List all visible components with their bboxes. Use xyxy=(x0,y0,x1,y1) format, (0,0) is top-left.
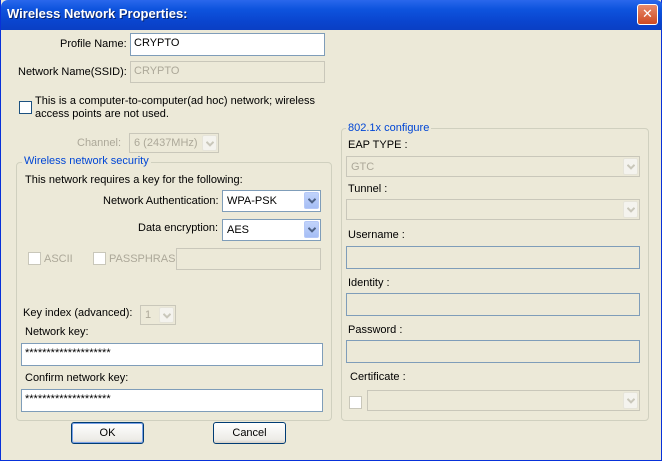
eap-type-value: GTC xyxy=(351,161,375,173)
passphrase-input[interactable] xyxy=(176,248,321,270)
profile-name-input[interactable]: CRYPTO xyxy=(130,33,325,56)
encryption-select[interactable]: AES xyxy=(222,219,321,241)
encryption-value: AES xyxy=(227,224,250,236)
adhoc-label-line2: access points are not used. xyxy=(35,108,169,120)
chevron-down-icon xyxy=(623,158,638,175)
auth-select[interactable]: WPA-PSK xyxy=(222,190,321,212)
confirm-key-label: Confirm network key: xyxy=(25,372,129,384)
identity-input[interactable] xyxy=(346,293,640,316)
adhoc-checkbox[interactable] xyxy=(19,101,32,114)
eap-type-label: EAP TYPE : xyxy=(348,139,408,151)
ok-button[interactable]: OK xyxy=(71,422,144,444)
key-index-select[interactable]: 1 xyxy=(140,305,176,325)
certificate-select[interactable] xyxy=(367,390,640,411)
profile-name-label: Profile Name: xyxy=(60,38,127,50)
chevron-down-icon xyxy=(159,307,174,323)
encryption-label: Data encryption: xyxy=(138,222,219,234)
certificate-checkbox[interactable] xyxy=(349,396,362,409)
chevron-down-icon xyxy=(623,392,638,409)
close-icon: ✕ xyxy=(642,7,653,22)
eap-type-select[interactable]: GTC xyxy=(346,156,640,177)
adhoc-label-line1: This is a computer-to-computer(ad hoc) n… xyxy=(35,95,315,107)
chevron-down-icon xyxy=(623,201,638,218)
tunnel-label: Tunnel : xyxy=(348,183,388,195)
password-label: Password : xyxy=(348,324,403,336)
passphrase-label: PASSPHRASE xyxy=(109,253,183,265)
window-title: Wireless Network Properties: xyxy=(7,6,188,21)
chevron-down-icon xyxy=(304,221,319,238)
dialog-window: Wireless Network Properties: ✕ Profile N… xyxy=(0,0,662,461)
chevron-down-icon xyxy=(202,135,217,151)
ssid-label: Network Name(SSID): xyxy=(18,66,127,78)
ascii-checkbox[interactable] xyxy=(28,252,41,265)
password-input[interactable] xyxy=(346,340,640,363)
ssid-input[interactable]: CRYPTO xyxy=(130,61,325,83)
chevron-down-icon xyxy=(304,192,319,209)
requires-key-text: This network requires a key for the foll… xyxy=(25,174,243,186)
cancel-button[interactable]: Cancel xyxy=(213,422,286,444)
identity-label: Identity : xyxy=(348,277,390,289)
channel-label: Channel: xyxy=(77,137,122,149)
key-index-value: 1 xyxy=(145,309,152,321)
title-bar[interactable]: Wireless Network Properties: ✕ xyxy=(1,0,662,30)
confirm-key-input[interactable]: ******************** xyxy=(21,389,323,412)
tunnel-select[interactable] xyxy=(346,199,640,220)
auth-value: WPA-PSK xyxy=(227,195,277,207)
key-index-label: Key index (advanced): xyxy=(23,307,133,319)
network-key-label: Network key: xyxy=(25,326,89,338)
channel-value: 6 (2437MHz) xyxy=(134,137,198,149)
username-input[interactable] xyxy=(346,246,640,269)
channel-select[interactable]: 6 (2437MHz) xyxy=(129,133,219,153)
close-button[interactable]: ✕ xyxy=(637,4,658,25)
auth-label: Network Authentication: xyxy=(103,195,219,207)
ascii-label: ASCII xyxy=(44,253,73,265)
eap-legend: 802.1x configure xyxy=(346,122,432,134)
passphrase-checkbox[interactable] xyxy=(93,252,106,265)
certificate-label: Certificate : xyxy=(350,371,406,383)
network-key-input[interactable]: ******************** xyxy=(21,343,323,366)
security-legend: Wireless network security xyxy=(22,155,151,167)
username-label: Username : xyxy=(348,229,405,241)
